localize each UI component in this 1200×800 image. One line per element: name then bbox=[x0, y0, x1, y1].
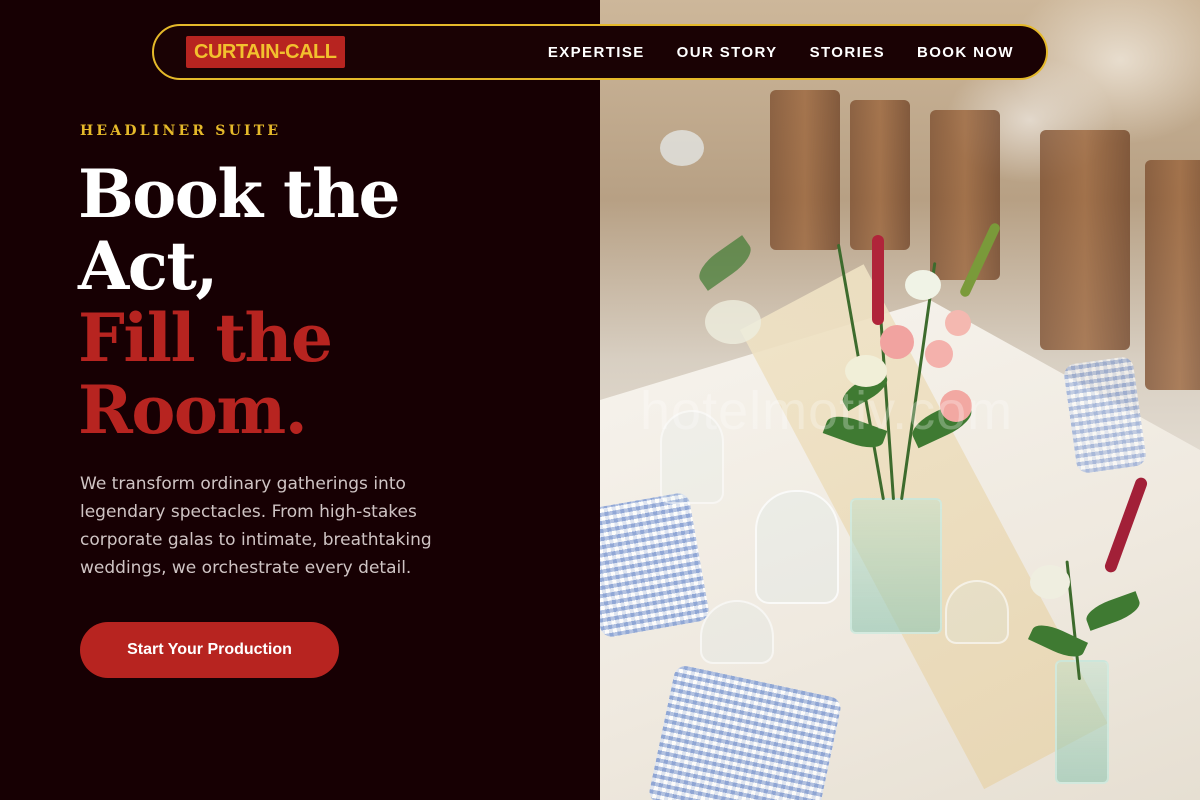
napkin-shape bbox=[1062, 355, 1148, 475]
chair-shape bbox=[930, 110, 1000, 280]
event-table-photo: hotelmotiv.com bbox=[600, 0, 1200, 800]
pink-rose-shape bbox=[945, 310, 971, 336]
headline-line-3: Fill the bbox=[78, 299, 333, 377]
red-spike-shape bbox=[872, 235, 884, 325]
hero-eyebrow: HEADLINER SUITE bbox=[80, 123, 282, 139]
vase-shape bbox=[850, 498, 942, 634]
pink-rose-shape bbox=[925, 340, 953, 368]
wine-glass-shape bbox=[700, 600, 774, 664]
brand-logo[interactable]: CURTAIN-CALL bbox=[186, 36, 345, 68]
photo-watermark: hotelmotiv.com bbox=[640, 381, 1014, 441]
chair-shape bbox=[1145, 160, 1200, 390]
hero-headline: Book the Act, Fill the Room. bbox=[78, 155, 401, 449]
chair-shape bbox=[1040, 130, 1130, 350]
headline-line-2: Act, bbox=[78, 227, 218, 305]
nav-links: EXPERTISE OUR STORY STORIES BOOK NOW bbox=[548, 26, 1014, 78]
white-flower-shape bbox=[905, 270, 941, 300]
top-navbar: CURTAIN-CALL EXPERTISE OUR STORY STORIES… bbox=[152, 24, 1048, 80]
pink-rose-shape bbox=[880, 325, 914, 359]
hero-description: We transform ordinary gatherings into le… bbox=[80, 474, 432, 578]
headline-line-1: Book the bbox=[78, 155, 401, 233]
nav-link-book-now[interactable]: BOOK NOW bbox=[917, 44, 1014, 61]
white-flower-shape bbox=[705, 300, 761, 344]
leaf-shape bbox=[692, 235, 758, 291]
wine-glass-shape bbox=[755, 490, 839, 604]
nav-link-expertise[interactable]: EXPERTISE bbox=[548, 44, 645, 61]
vase-shape bbox=[1055, 660, 1109, 784]
nav-link-stories[interactable]: STORIES bbox=[810, 44, 885, 61]
white-flower-shape bbox=[1030, 565, 1070, 599]
headline-line-4: Room. bbox=[78, 371, 308, 449]
wine-glass-shape bbox=[945, 580, 1009, 644]
nav-link-our-story[interactable]: OUR STORY bbox=[677, 44, 778, 61]
start-production-button[interactable]: Start Your Production bbox=[80, 622, 339, 678]
chair-shape bbox=[850, 100, 910, 250]
white-flower-shape bbox=[660, 130, 704, 166]
chair-shape bbox=[770, 90, 840, 250]
